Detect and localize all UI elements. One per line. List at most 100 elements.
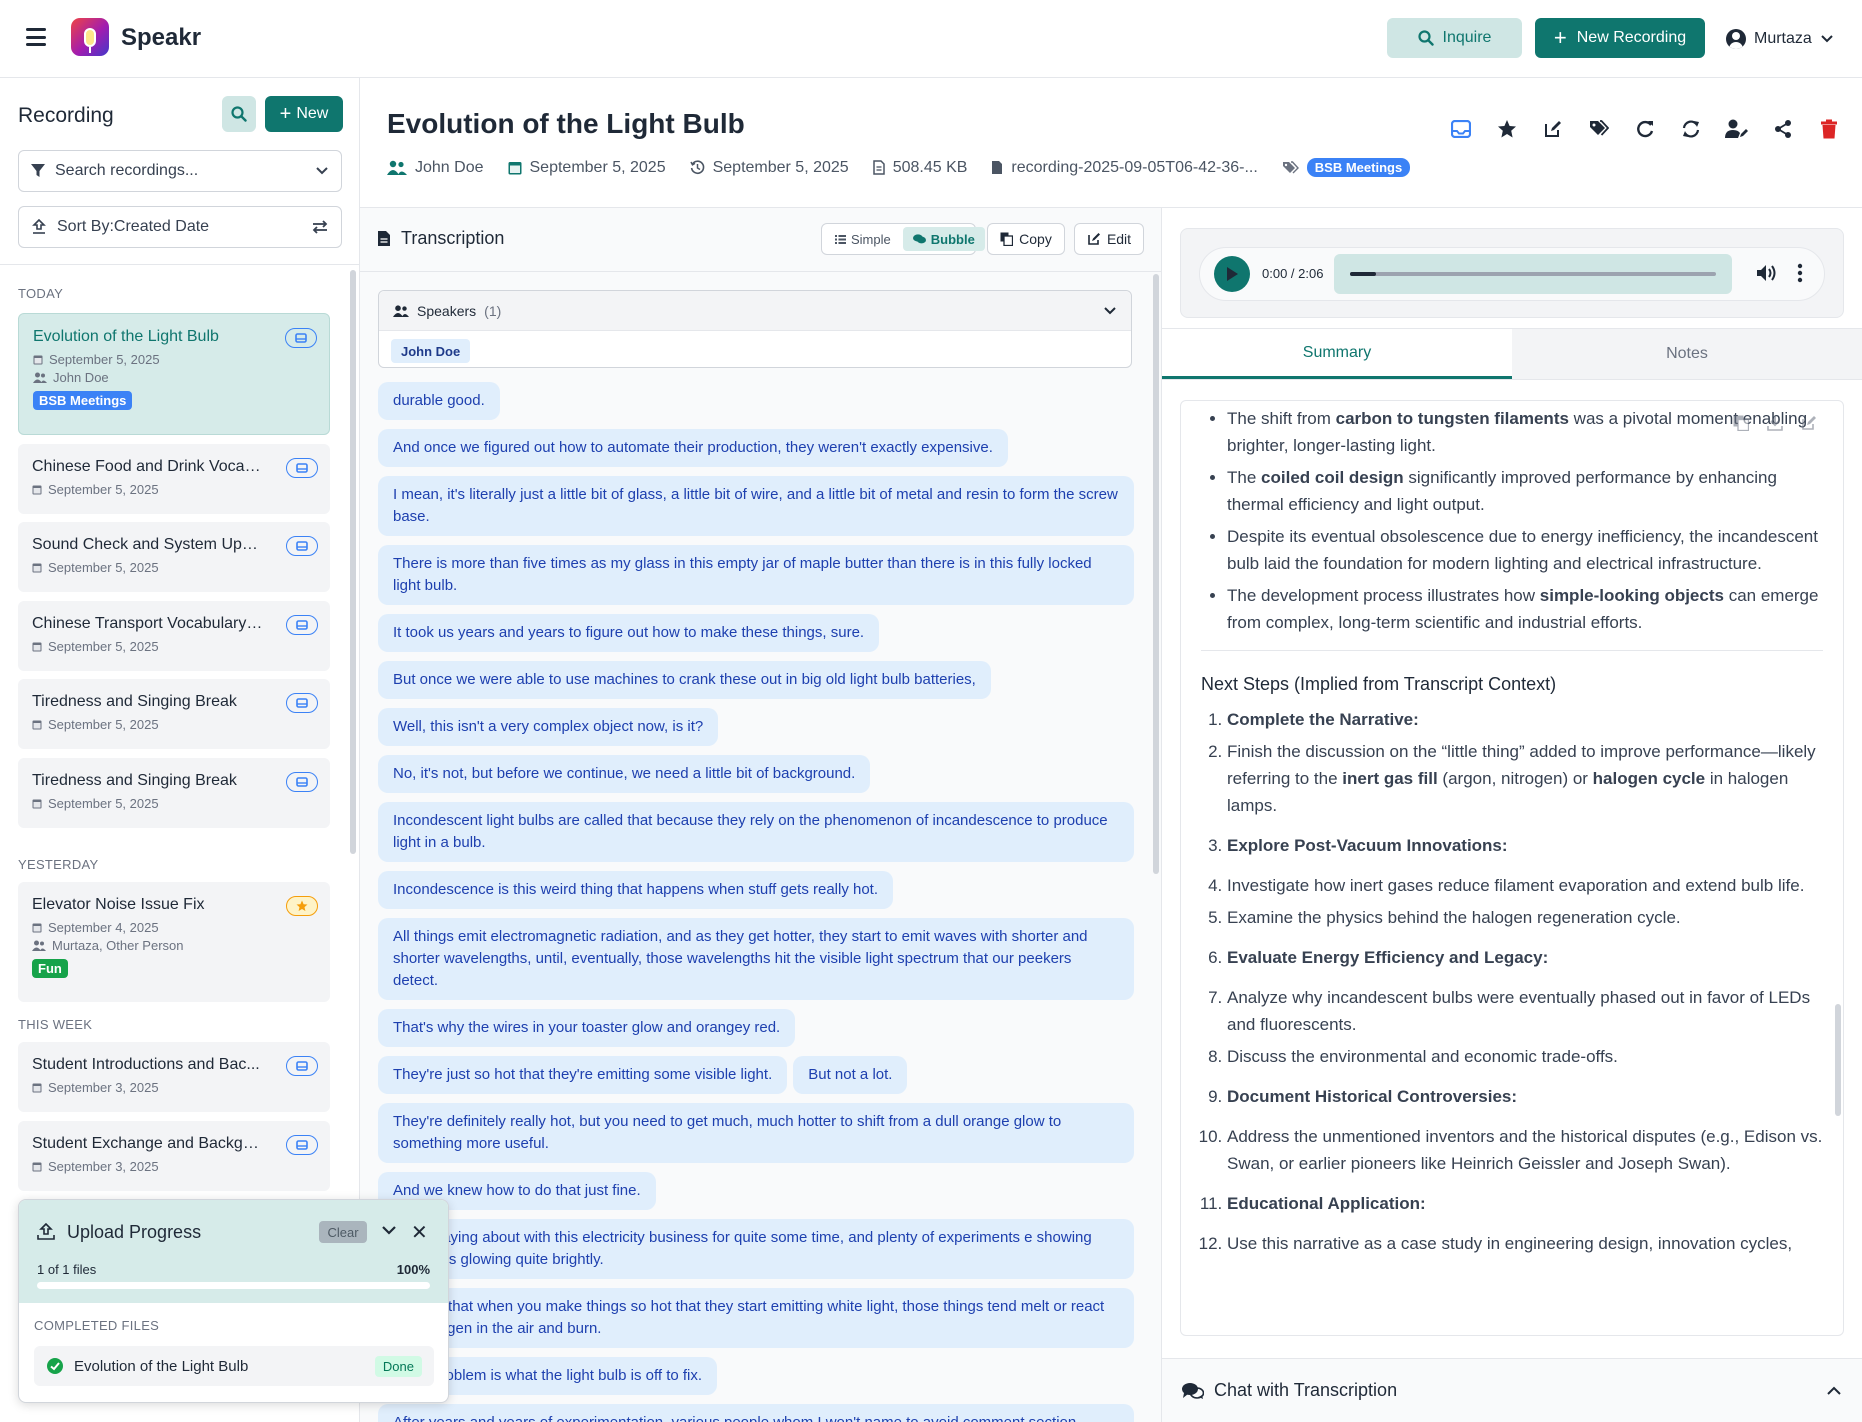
transcript-bubble[interactable]: No, it's not, but before we continue, we… bbox=[378, 755, 871, 793]
chevron-down-icon bbox=[316, 167, 328, 175]
inbox-icon[interactable] bbox=[1448, 116, 1474, 142]
summary-scrollbar[interactable] bbox=[1835, 1004, 1841, 1116]
swap-icon[interactable] bbox=[311, 220, 329, 234]
download-icon[interactable] bbox=[1767, 415, 1783, 431]
recording-item[interactable]: Sound Check and System Upd... September … bbox=[18, 522, 330, 592]
sidebar-search-button[interactable] bbox=[222, 96, 256, 132]
sidebar-new-button[interactable]: + New bbox=[265, 96, 343, 132]
transcript-row: No, it's not, but before we continue, we… bbox=[378, 755, 1134, 793]
sidebar-scrollbar[interactable] bbox=[350, 270, 356, 854]
recording-item[interactable]: Chinese Food and Drink Vocab... Septembe… bbox=[18, 444, 330, 514]
inbox-badge bbox=[286, 615, 318, 635]
tag-badge[interactable]: BSB Meetings bbox=[33, 391, 133, 410]
seek-bar[interactable] bbox=[1334, 254, 1732, 294]
transcript-bubble[interactable]: Well, this isn't a very complex object n… bbox=[378, 708, 719, 746]
speakers-header[interactable]: Speakers (1) bbox=[379, 291, 1131, 331]
upload-progress-bar bbox=[37, 1282, 430, 1289]
calendar-icon bbox=[32, 799, 42, 809]
transcript-bubble[interactable]: And once we figured out how to automate … bbox=[378, 429, 1008, 467]
recording-item[interactable]: Chinese Transport Vocabulary ... Septemb… bbox=[18, 601, 330, 671]
recording-item[interactable]: Tiredness and Singing Break September 5,… bbox=[18, 679, 330, 749]
transcript-bubble[interactable]: That's why the wires in your toaster glo… bbox=[378, 1009, 796, 1047]
transcript-bubble[interactable]: They're definitely really hot, but you n… bbox=[378, 1103, 1134, 1163]
view-simple-button[interactable]: Simple bbox=[825, 227, 901, 251]
recording-item[interactable]: Tiredness and Singing Break September 5,… bbox=[18, 758, 330, 828]
volume-icon[interactable] bbox=[1756, 263, 1778, 283]
recording-title-heading[interactable]: Evolution of the Light Bulb bbox=[387, 108, 745, 140]
transcript-row: And once we figured out how to automate … bbox=[378, 429, 1134, 467]
edit-icon[interactable] bbox=[1801, 415, 1817, 431]
transcript-row: I mean, it's literally just a little bit… bbox=[378, 476, 1134, 536]
tag-badge[interactable]: Fun bbox=[32, 959, 68, 978]
chat-with-transcription-bar[interactable]: Chat with Transcription bbox=[1162, 1358, 1862, 1422]
transcript-bubble[interactable]: Incondescence is this weird thing that h… bbox=[378, 871, 894, 909]
new-recording-label: New Recording bbox=[1576, 29, 1687, 46]
new-recording-button[interactable]: + New Recording bbox=[1535, 18, 1705, 58]
more-vertical-icon[interactable] bbox=[1796, 263, 1804, 283]
transcript-bubble[interactable]: They're just so hot that they're emittin… bbox=[378, 1056, 788, 1094]
sort-select[interactable]: Sort By:Created Date bbox=[18, 206, 342, 248]
edit-icon[interactable] bbox=[1540, 116, 1566, 142]
next-step: Examine the physics behind the halogen r… bbox=[1227, 904, 1823, 931]
users-icon bbox=[387, 160, 407, 175]
search-recordings-input[interactable]: Search recordings... bbox=[18, 150, 342, 192]
user-menu[interactable]: Murtaza bbox=[1726, 26, 1834, 52]
inbox-badge bbox=[286, 536, 318, 556]
refresh-icon[interactable] bbox=[1678, 116, 1704, 142]
recording-item[interactable]: Student Introductions and Bac... Septemb… bbox=[18, 1042, 330, 1112]
recording-item[interactable]: Evolution of the Light Bulb September 5,… bbox=[18, 313, 330, 435]
next-step: Investigate how inert gases reduce filam… bbox=[1227, 872, 1823, 899]
recording-date: September 5, 2025 bbox=[32, 560, 316, 575]
transcription-scrollbar[interactable] bbox=[1153, 274, 1159, 874]
inbox-badge bbox=[285, 328, 317, 348]
transcript-bubble[interactable]: After years and years of experimentation… bbox=[378, 1404, 1134, 1422]
tab-notes[interactable]: Notes bbox=[1512, 329, 1862, 379]
copy-icon[interactable] bbox=[1733, 415, 1749, 431]
chevron-down-icon[interactable] bbox=[381, 1224, 397, 1236]
transcript-bubble[interactable]: been playing about with this electricity… bbox=[378, 1219, 1134, 1279]
edit-transcription-button[interactable]: Edit bbox=[1074, 223, 1144, 255]
user-edit-icon[interactable] bbox=[1724, 116, 1750, 142]
transcript-bubble[interactable]: I mean, it's literally just a little bit… bbox=[378, 476, 1134, 536]
recording-date: September 4, 2025 bbox=[32, 920, 316, 935]
close-icon[interactable]: ✕ bbox=[411, 1220, 428, 1245]
transcript-bubble[interactable]: durable good. bbox=[378, 382, 500, 420]
clear-button[interactable]: Clear bbox=[319, 1221, 367, 1243]
copy-button[interactable]: Copy bbox=[987, 223, 1065, 255]
calendar-icon bbox=[32, 923, 42, 933]
completed-files-label: COMPLETED FILES bbox=[34, 1318, 160, 1333]
summary-content: The shift from carbon to tungsten filame… bbox=[1180, 400, 1844, 1336]
tag-icon[interactable] bbox=[1586, 116, 1612, 142]
menu-icon[interactable] bbox=[26, 28, 46, 46]
speaker-chip[interactable]: John Doe bbox=[391, 339, 471, 363]
inquire-label: Inquire bbox=[1442, 29, 1492, 46]
sort-label: Sort By:Created Date bbox=[57, 218, 210, 235]
next-step: Evaluate Energy Efficiency and Legacy: bbox=[1227, 944, 1823, 971]
transcript-bubble[interactable]: All things emit electromagnetic radiatio… bbox=[378, 918, 1134, 1000]
recording-title: Tiredness and Singing Break bbox=[32, 772, 237, 789]
star-icon[interactable] bbox=[1494, 116, 1520, 142]
meta-created-date: September 5, 2025 bbox=[508, 159, 666, 177]
inquire-button[interactable]: Inquire bbox=[1387, 18, 1522, 58]
inbox-badge bbox=[286, 458, 318, 478]
tab-summary[interactable]: Summary bbox=[1162, 329, 1512, 379]
transcript-bubble[interactable]: It took us years and years to figure out… bbox=[378, 614, 880, 652]
transcript-bubble[interactable]: ble was that when you make things so hot… bbox=[378, 1288, 1134, 1348]
play-button[interactable] bbox=[1214, 256, 1250, 292]
transcript-bubble[interactable]: Incondescent light bulbs are called that… bbox=[378, 802, 1134, 862]
next-step: Analyze why incandescent bulbs were even… bbox=[1227, 984, 1823, 1038]
recording-item[interactable]: Student Exchange and Backgro... Septembe… bbox=[18, 1121, 330, 1191]
transcript-bubble[interactable]: But once we were able to use machines to… bbox=[378, 661, 991, 699]
transcript-bubble[interactable]: There is more than five times as my glas… bbox=[378, 545, 1134, 605]
transcript-bubble[interactable]: But not a lot. bbox=[793, 1056, 908, 1094]
summary-divider bbox=[1201, 650, 1823, 651]
view-bubble-button[interactable]: Bubble bbox=[902, 227, 985, 251]
share-icon[interactable] bbox=[1770, 116, 1796, 142]
tag-badge[interactable]: BSB Meetings bbox=[1306, 158, 1411, 177]
done-badge: Done bbox=[374, 1355, 422, 1377]
recording-item[interactable]: Elevator Noise Issue Fix September 4, 20… bbox=[18, 882, 330, 1002]
inbox-icon bbox=[295, 333, 307, 343]
chevron-up-icon[interactable] bbox=[1826, 1386, 1842, 1396]
redo-icon[interactable] bbox=[1632, 116, 1658, 142]
trash-icon[interactable] bbox=[1816, 116, 1842, 142]
